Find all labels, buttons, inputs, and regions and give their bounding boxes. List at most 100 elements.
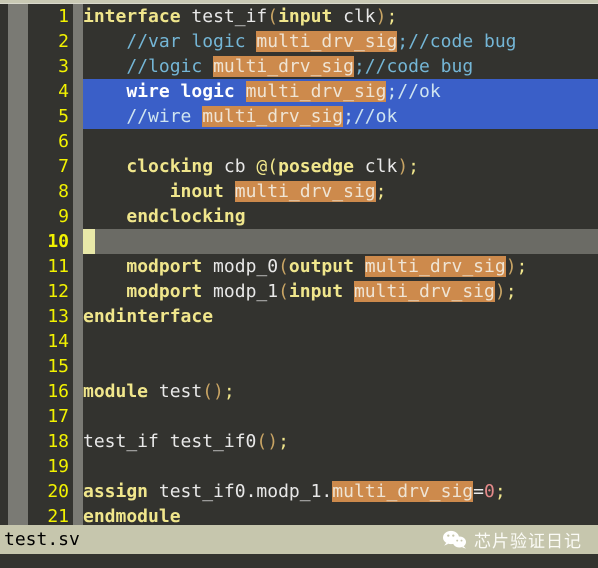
code-token: test_if0.modp_1. bbox=[148, 481, 333, 502]
code-line-content[interactable] bbox=[83, 354, 598, 379]
code-token: () bbox=[202, 381, 224, 402]
code-line-content[interactable]: //var logic multi_drv_sig;//code bug bbox=[83, 29, 598, 54]
code-line[interactable]: 5 //wire multi_drv_sig;//ok bbox=[28, 104, 598, 129]
fold-column[interactable] bbox=[73, 479, 83, 504]
code-line-text: inout multi_drv_sig; bbox=[83, 181, 386, 202]
code-token: test_if bbox=[191, 6, 268, 27]
code-lines-container[interactable]: 1 interface test_if(input clk); 2 //var lo… bbox=[28, 4, 598, 525]
fold-column[interactable] bbox=[73, 154, 83, 179]
fold-column[interactable] bbox=[73, 79, 83, 104]
fold-column[interactable] bbox=[73, 29, 83, 54]
code-line-content[interactable]: //wire multi_drv_sig;//ok bbox=[83, 104, 598, 129]
code-line-content[interactable]: test_if test_if0(); bbox=[83, 429, 598, 454]
code-line[interactable]: 2 //var logic multi_drv_sig;//code bug bbox=[28, 29, 598, 54]
code-line[interactable]: 19 bbox=[28, 454, 598, 479]
code-line-text: modport modp_1(input multi_drv_sig); bbox=[83, 281, 517, 302]
code-token: ; bbox=[494, 481, 506, 502]
code-line[interactable]: 21 endmodule bbox=[28, 504, 598, 525]
code-line-content[interactable] bbox=[83, 129, 598, 154]
code-token: modp_0 bbox=[202, 256, 279, 277]
fold-column[interactable] bbox=[73, 454, 83, 479]
code-line[interactable]: 16 module test(); bbox=[28, 379, 598, 404]
fold-column[interactable] bbox=[73, 329, 83, 354]
code-line-content[interactable]: interface test_if(input clk); bbox=[83, 4, 598, 29]
code-token: //logic bbox=[126, 56, 214, 77]
code-line-text: endclocking bbox=[83, 206, 245, 227]
fold-column[interactable] bbox=[73, 4, 83, 29]
code-token: ; bbox=[408, 156, 420, 177]
fold-column[interactable] bbox=[73, 254, 83, 279]
code-token: modp_1 bbox=[202, 281, 279, 302]
code-line-content[interactable]: wire logic multi_drv_sig;//ok bbox=[83, 79, 598, 104]
fold-column[interactable] bbox=[73, 279, 83, 304]
code-line-content[interactable]: module test(); bbox=[83, 379, 598, 404]
code-line[interactable]: 10 bbox=[28, 229, 598, 254]
code-line[interactable]: 1 interface test_if(input clk); bbox=[28, 4, 598, 29]
code-line[interactable]: 6 bbox=[28, 129, 598, 154]
code-line-content[interactable]: modport modp_0(output multi_drv_sig); bbox=[83, 254, 598, 279]
code-line[interactable]: 20 assign test_if0.modp_1.multi_drv_sig=0… bbox=[28, 479, 598, 504]
code-line-content[interactable]: modport modp_1(input multi_drv_sig); bbox=[83, 279, 598, 304]
code-token: ) bbox=[505, 256, 517, 277]
code-token: modport bbox=[126, 256, 203, 277]
fold-column[interactable] bbox=[73, 429, 83, 454]
code-line-content[interactable]: //logic multi_drv_sig;//code bug bbox=[83, 54, 598, 79]
code-line[interactable]: 13 endinterface bbox=[28, 304, 598, 329]
code-line-content[interactable] bbox=[83, 229, 598, 254]
search-match: multi_drv_sig bbox=[353, 281, 495, 302]
fold-column[interactable] bbox=[73, 504, 83, 525]
fold-column[interactable] bbox=[73, 179, 83, 204]
line-number: 7 bbox=[28, 154, 72, 179]
fold-column[interactable] bbox=[73, 104, 83, 129]
fold-column[interactable] bbox=[73, 129, 83, 154]
watermark: 芯片验证日记 bbox=[442, 527, 598, 552]
code-line-content[interactable] bbox=[83, 454, 598, 479]
text-cursor bbox=[83, 229, 95, 254]
code-token: 0 bbox=[484, 481, 495, 502]
code-line[interactable]: 15 bbox=[28, 354, 598, 379]
code-line[interactable]: 14 bbox=[28, 329, 598, 354]
code-line[interactable]: 12 modport modp_1(input multi_drv_sig); bbox=[28, 279, 598, 304]
code-line[interactable]: 4 wire logic multi_drv_sig;//ok bbox=[28, 79, 598, 104]
fold-column[interactable] bbox=[73, 379, 83, 404]
window-top-border-inner bbox=[0, 0, 598, 3]
code-line-text: //logic multi_drv_sig;//code bug bbox=[83, 56, 473, 77]
code-line[interactable]: 7 clocking cb @(posedge clk); bbox=[28, 154, 598, 179]
code-line-content[interactable]: endmodule bbox=[83, 504, 598, 525]
code-line-text: test_if test_if0(); bbox=[83, 431, 289, 452]
code-line[interactable]: 8 inout multi_drv_sig; bbox=[28, 179, 598, 204]
code-line[interactable]: 3 //logic multi_drv_sig;//code bug bbox=[28, 54, 598, 79]
line-number: 4 bbox=[28, 79, 72, 104]
code-line-content[interactable]: assign test_if0.modp_1.multi_drv_sig=0; bbox=[83, 479, 598, 504]
fold-column[interactable] bbox=[73, 229, 83, 254]
fold-column[interactable] bbox=[73, 54, 83, 79]
search-match: multi_drv_sig bbox=[213, 56, 354, 77]
line-number: 2 bbox=[28, 29, 72, 54]
code-line[interactable]: 11 modport modp_0(output multi_drv_sig); bbox=[28, 254, 598, 279]
vertical-scrollbar[interactable] bbox=[0, 4, 28, 525]
code-line-content[interactable] bbox=[83, 404, 598, 429]
code-line[interactable]: 18 test_if test_if0(); bbox=[28, 429, 598, 454]
editor-area[interactable]: 1 interface test_if(input clk); 2 //var lo… bbox=[0, 4, 598, 525]
fold-column[interactable] bbox=[73, 354, 83, 379]
vertical-scrollbar-thumb[interactable] bbox=[8, 4, 28, 525]
code-line-content[interactable] bbox=[83, 329, 598, 354]
fold-column[interactable] bbox=[73, 404, 83, 429]
code-line[interactable]: 9 endclocking bbox=[28, 204, 598, 229]
fold-column[interactable] bbox=[73, 204, 83, 229]
code-line[interactable]: 17 bbox=[28, 404, 598, 429]
code-line-content[interactable]: clocking cb @(posedge clk); bbox=[83, 154, 598, 179]
code-token: clk bbox=[353, 156, 398, 177]
line-number: 12 bbox=[28, 279, 72, 304]
fold-column[interactable] bbox=[73, 304, 83, 329]
code-token: ; bbox=[278, 431, 289, 452]
code-line-content[interactable]: endclocking bbox=[83, 204, 598, 229]
code-token: clocking bbox=[126, 156, 214, 177]
code-line-content[interactable]: endinterface bbox=[83, 304, 598, 329]
code-line-content[interactable]: inout multi_drv_sig; bbox=[83, 179, 598, 204]
code-token: @( bbox=[256, 156, 279, 177]
code-editor-window: 1 interface test_if(input clk); 2 //var lo… bbox=[0, 0, 598, 568]
